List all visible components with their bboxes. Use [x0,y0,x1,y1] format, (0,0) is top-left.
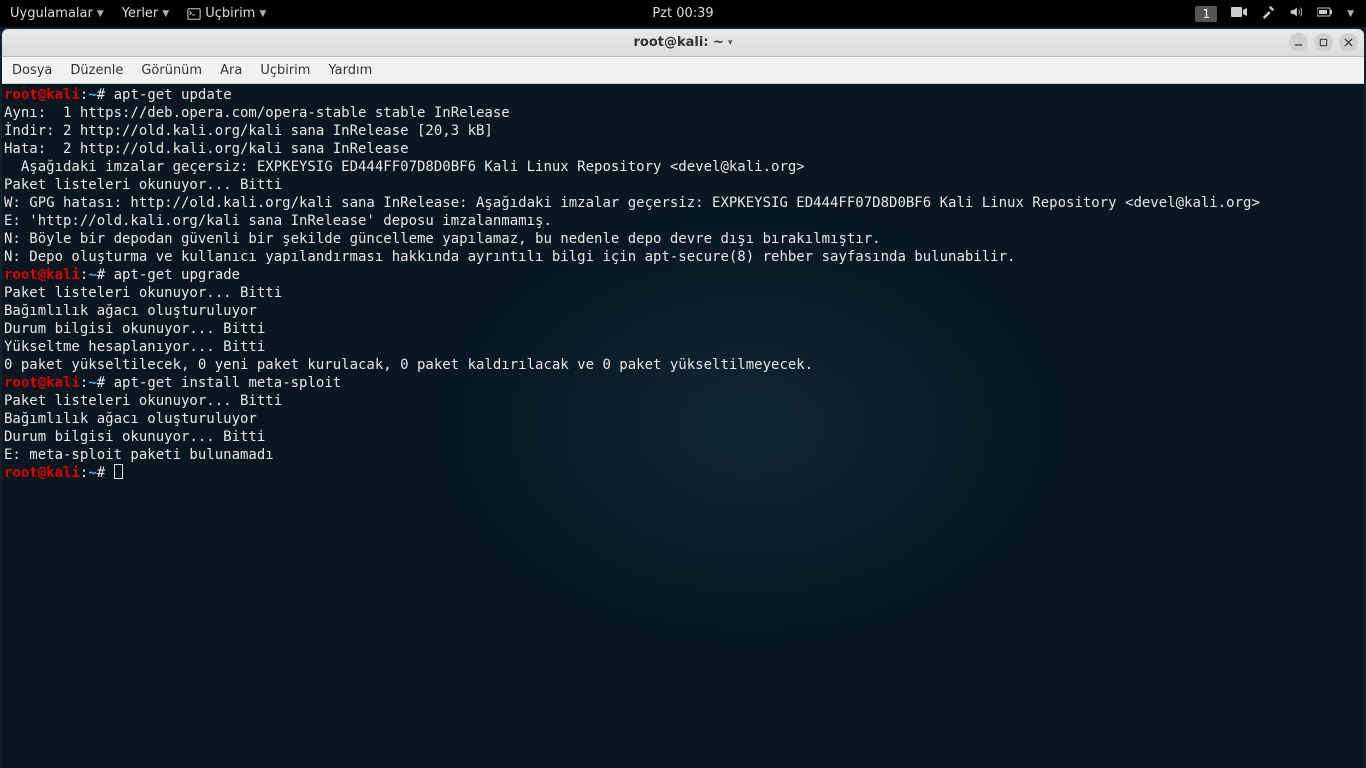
workspace-badge[interactable]: 1 [1195,6,1217,22]
prompt-hash: # [97,87,105,103]
gnome-top-panel: Uygulamalar ▼ Yerler ▼ Uçbirim ▼ Pzt 00:… [0,0,1366,27]
output-line: Hata: 2 http://old.kali.org/kali sana In… [4,141,409,157]
menu-edit[interactable]: Düzenle [70,63,123,78]
menu-help[interactable]: Yardım [328,63,372,78]
maximize-button[interactable] [1314,33,1333,52]
output-line: Bağımlılık ağacı oluşturuluyor [4,411,257,427]
prompt-host: kali [46,87,80,103]
command-2: apt-get upgrade [105,267,240,283]
output-line: Paket listeleri okunuyor... Bitti [4,393,282,409]
prompt-user: root [4,465,38,481]
command-1: apt-get update [105,87,231,103]
output-line: Durum bilgisi okunuyor... Bitti [4,429,265,445]
menu-search[interactable]: Ara [220,63,242,78]
window-titlebar[interactable]: root@kali: ~ ▾ [2,29,1364,57]
prompt-at: @ [38,465,46,481]
prompt-path: ~ [88,375,96,391]
output-line: N: Böyle bir depodan güvenli bir şekilde… [4,231,881,247]
output-line: E: meta-sploit paketi bulunamadı [4,447,274,463]
menubar: Dosya Düzenle Görünüm Ara Uçbirim Yardım [2,57,1364,84]
prompt-user: root [4,375,38,391]
active-app-menu[interactable]: Uçbirim ▼ [187,6,266,21]
active-app-label: Uçbirim [205,6,255,21]
applications-label: Uygulamalar [10,6,93,21]
clock[interactable]: Pzt 00:39 [652,6,713,21]
cursor [114,464,123,479]
prompt-host: kali [46,465,80,481]
output-line: 0 paket yükseltilecek, 0 yeni paket kuru… [4,357,813,373]
panel-right: 1 ▼ [1195,5,1366,23]
prompt-hash: # [97,267,105,283]
title-menu-chevron-icon: ▾ [728,38,733,48]
volume-icon[interactable] [1289,5,1303,23]
output-line: Yükseltme hesaplanıyor... Bitti [4,339,265,355]
close-button[interactable] [1339,33,1358,52]
menu-file[interactable]: Dosya [12,63,52,78]
battery-icon[interactable] [1317,6,1333,22]
chevron-down-icon: ▼ [162,9,169,19]
prompt-path: ~ [88,465,96,481]
panel-left: Uygulamalar ▼ Yerler ▼ Uçbirim ▼ [0,6,266,21]
maximize-icon [1319,38,1328,47]
prompt-user: root [4,267,38,283]
output-line: E: 'http://old.kali.org/kali sana InRele… [4,213,552,229]
output-line: Aynı: 1 https://deb.opera.com/opera-stab… [4,105,510,121]
record-icon[interactable] [1231,6,1247,22]
system-menu-chevron-icon[interactable]: ▼ [1347,9,1354,19]
close-icon [1344,38,1353,47]
tools-icon[interactable] [1261,5,1275,23]
output-line: Durum bilgisi okunuyor... Bitti [4,321,265,337]
prompt-at: @ [38,267,46,283]
command-3: apt-get install meta-sploit [105,375,341,391]
prompt-path: ~ [88,267,96,283]
prompt-hash: # [97,375,105,391]
window-title: root@kali: ~ [634,35,724,50]
menu-terminal[interactable]: Uçbirim [260,63,310,78]
prompt-hash: # [97,465,105,481]
minimize-button[interactable] [1289,33,1308,52]
clock-label: Pzt 00:39 [652,6,713,21]
places-label: Yerler [122,6,159,21]
prompt-host: kali [46,375,80,391]
output-line: Aşağıdaki imzalar geçersiz: EXPKEYSIG ED… [4,159,805,175]
chevron-down-icon: ▼ [259,9,266,19]
output-line: N: Depo oluşturma ve kullanıcı yapılandı… [4,249,1015,265]
minimize-icon [1294,38,1303,47]
output-line: W: GPG hatası: http://old.kali.org/kali … [4,195,1260,211]
prompt-path: ~ [88,87,96,103]
terminal-body[interactable]: root@kali:~# apt-get update Aynı: 1 http… [2,84,1364,768]
chevron-down-icon: ▼ [97,9,104,19]
applications-menu[interactable]: Uygulamalar ▼ [10,6,104,21]
places-menu[interactable]: Yerler ▼ [122,6,169,21]
menu-view[interactable]: Görünüm [141,63,202,78]
terminal-window: root@kali: ~ ▾ Dosya Düzenle Görünüm Ara… [2,29,1364,768]
output-line: Paket listeleri okunuyor... Bitti [4,285,282,301]
terminal-icon [187,7,201,21]
prompt-host: kali [46,267,80,283]
prompt-at: @ [38,375,46,391]
window-controls [1289,33,1358,52]
output-line: Bağımlılık ağacı oluşturuluyor [4,303,257,319]
prompt-user: root [4,87,38,103]
output-line: İndir: 2 http://old.kali.org/kali sana I… [4,123,493,139]
prompt-at: @ [38,87,46,103]
output-line: Paket listeleri okunuyor... Bitti [4,177,282,193]
